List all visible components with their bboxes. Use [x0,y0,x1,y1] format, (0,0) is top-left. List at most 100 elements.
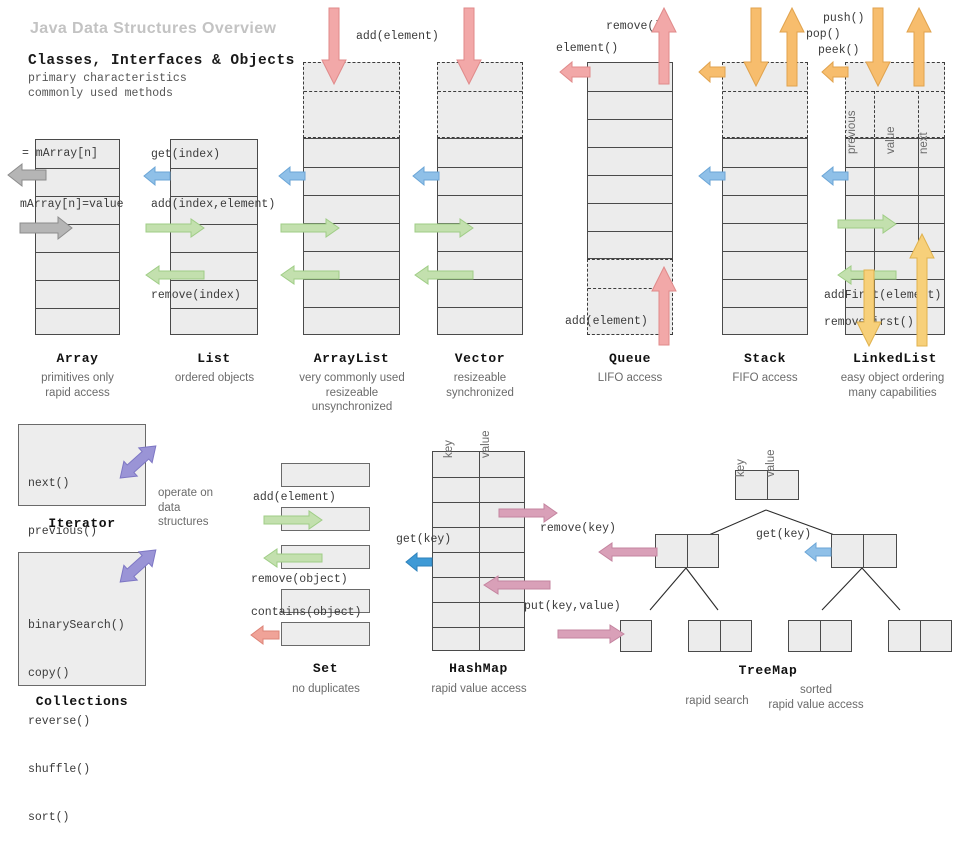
treemap-get-label: get(key) [756,528,812,541]
treemap-leaf-2 [788,620,852,652]
vector-desc-0: resizeable [453,372,507,384]
array-read-arrow [6,162,48,188]
treemap-remove-arrow [597,541,659,563]
array-write-arrow [18,215,74,241]
hashmap-col-key: key [443,440,455,458]
stack-desc: FIFO access [710,371,820,386]
stack-structure [722,62,808,335]
set-box-4 [281,622,370,646]
set-add-label: add(element) [253,491,336,504]
list-get-label: get(index) [151,148,221,161]
arraylist-add-label: add(element) [356,30,439,43]
treemap-node-right [831,534,897,568]
collections-methods: binarySearch() copy() reverse() shuffle(… [28,586,125,858]
stack-desc-0: FIFO access [732,372,798,384]
stack-pop-label: pop() [806,28,841,41]
array-name: Array [56,351,99,366]
stack-name: Stack [743,351,786,366]
set-desc: no duplicates [271,682,381,697]
set-name: Set [312,661,339,676]
list-get-arrow [142,165,172,187]
queue-desc: LIFO access [575,371,685,386]
collections-method-2: reverse() [28,715,91,728]
set-desc-0: no duplicates [292,683,360,695]
arraylist-growth-region [303,62,400,138]
hashmap-name: HashMap [449,661,508,676]
collections-method-1: copy() [28,667,70,680]
stack-get-arrow [697,165,727,187]
queue-element-label: element() [556,42,619,55]
vector-get-arrow [411,165,441,187]
treemap-desc-right: sorted rapid value access [752,683,880,712]
vector-desc: resizeable synchronized [425,371,535,400]
list-remove-arrow [144,264,206,286]
operate-note-2: structures [158,516,209,528]
vector-name: Vector [454,351,506,366]
queue-name: Queue [608,351,651,366]
linkedlist-desc: easy object ordering many capabilities [825,371,960,400]
stack-push-down-arrow [742,6,770,88]
vector-desc-1: synchronized [446,386,514,399]
queue-add-up-arrow [650,265,678,347]
treemap-col-value: value [765,449,777,478]
queue-desc-0: LIFO access [597,372,663,384]
linkedlist-addfirst-down-arrow [855,268,883,348]
arraylist-structure [303,62,400,335]
stack-peek-left-arrow [697,60,727,84]
queue-element-left-arrow [558,60,592,84]
stack-push-label: push() [823,12,865,25]
operate-note-1: data [158,501,181,514]
hashmap-remove-arrow [497,502,559,524]
stack-peek-label: peek() [818,44,860,57]
operate-note: operate on data structures [158,486,238,530]
set-remove-arrow [262,547,324,569]
set-box-0 [281,463,370,487]
hashmap-grid [432,451,525,651]
hashmap-desc: rapid value access [420,682,538,697]
list-name: List [197,351,231,366]
treemap-get-arrow [803,541,833,563]
arraylist-get-arrow [277,165,307,187]
diagram-canvas: Java Data Structures Overview Classes, I… [0,0,960,824]
treemap-node-left [655,534,719,568]
section-heading: Classes, Interfaces & Objects [28,53,295,69]
list-add-arrow [144,217,206,239]
array-read-label: = mArray[n] [22,147,98,160]
linkedlist-desc-0: easy object ordering [840,372,945,384]
treemap-name: TreeMap [738,663,798,678]
set-contains-label: contains(object) [251,606,362,619]
linkedlist-add-arrow [836,213,898,235]
array-desc-0: primitives only [41,372,114,384]
vector-remove-arrow [413,264,475,286]
collections-method-0: binarySearch() [28,619,125,632]
linkedlist-col-next: next [918,132,930,154]
vector-add-arrow [413,217,475,239]
linkedlist-col-previous: previous [846,110,858,154]
page-title: Java Data Structures Overview [30,20,277,37]
arraylist-remove-arrow [279,264,341,286]
arraylist-desc-2: unsynchronized [311,401,393,413]
list-add-label: add(index,element) [151,198,276,211]
stack-pop-up-arrow [778,6,806,88]
arraylist-add-arrow [279,217,341,239]
iterator-method-0: next() [28,477,70,490]
array-desc-1: rapid access [45,386,110,399]
set-contains-arrow [249,624,281,646]
queue-add-label: add(element) [565,315,648,328]
hashmap-get-label: get(key) [396,533,452,546]
linkedlist-pop-up-arrow [905,6,933,88]
hashmap-col-value: value [480,430,492,459]
hashmap-get-arrow [404,551,434,573]
array-write-label: mArray[n]=value [20,198,124,211]
set-add-arrow [262,509,324,531]
list-desc-0: ordered objects [174,372,255,384]
stack-cells [722,138,808,335]
collections-method-4: sort() [28,811,70,824]
arraylist-desc: very commonly used resizeable unsynchron… [289,371,415,415]
linkedlist-desc-1: many capabilities [848,386,937,399]
linkedlist-removefirst-up-arrow [908,232,936,348]
section-subtitle-1: primary characteristics [28,72,187,85]
treemap-col-key: key [735,459,747,477]
linkedlist-peek-left-arrow [820,60,850,84]
list-remove-label: remove(index) [151,289,241,302]
